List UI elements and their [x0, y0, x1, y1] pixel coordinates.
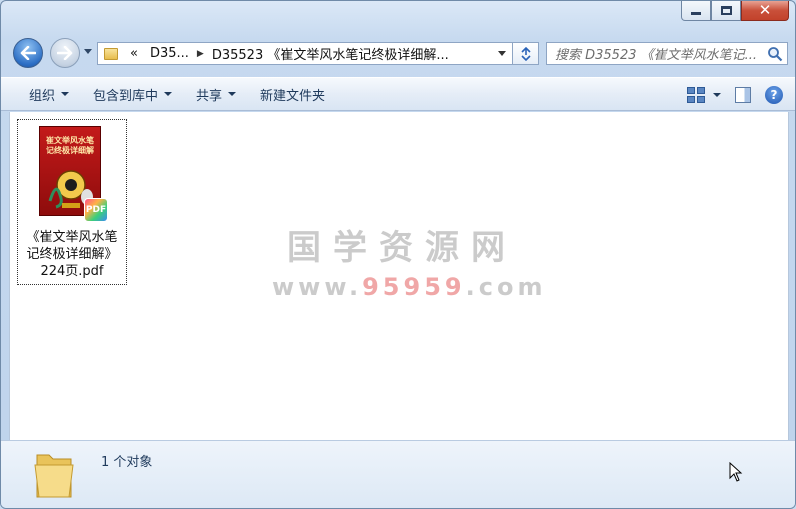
forward-button[interactable] — [50, 38, 80, 68]
back-arrow-icon — [20, 46, 36, 60]
organize-menu[interactable]: 组织 — [17, 80, 81, 108]
watermark: 国学资源网 www.95959.com — [272, 220, 547, 301]
recent-pages-dropdown[interactable] — [84, 49, 92, 54]
chevron-down-icon — [164, 92, 173, 96]
new-folder-button[interactable]: 新建文件夹 — [248, 80, 337, 108]
search-icon[interactable] — [767, 46, 783, 62]
include-library-label: 包含到库中 — [93, 88, 159, 104]
minimize-button[interactable] — [681, 1, 711, 21]
search-placeholder: 搜索 D35523 《崔文举风水笔记... — [555, 48, 758, 63]
refresh-icon — [520, 46, 531, 61]
thumbnail-title: 崔文举风水笔 记终极详细解 — [46, 135, 94, 155]
forward-arrow-icon — [57, 46, 73, 60]
maximize-icon — [720, 6, 732, 15]
chevron-down-icon — [228, 92, 237, 96]
details-pane: 1 个对象 — [1, 440, 795, 508]
refresh-button[interactable] — [513, 42, 539, 65]
close-icon: ✕ — [758, 1, 772, 19]
new-folder-label: 新建文件夹 — [260, 88, 326, 104]
file-item[interactable]: 崔文举风水笔 记终极详细解 PDF 《崔文举风水笔 记终极详细解》 224页.p… — [17, 119, 127, 285]
search-input[interactable]: 搜索 D35523 《崔文举风水笔记... — [546, 42, 788, 65]
caption-buttons: ✕ — [681, 1, 789, 21]
toolbar-right: ? — [687, 78, 783, 112]
watermark-title: 国学资源网 — [287, 228, 517, 268]
explorer-window: ✕ « D35... ▶ D35523 《崔文举风水笔记终极详细解... 搜索 … — [0, 0, 796, 509]
chevron-down-icon — [61, 92, 70, 96]
breadcrumb-chevron-icon[interactable]: ▶ — [195, 49, 206, 59]
pdf-icon: PDF — [84, 198, 108, 222]
chevron-down-icon — [713, 93, 721, 97]
views-icon — [687, 87, 705, 103]
command-toolbar: 组织 包含到库中 共享 新建文件夹 ? — [1, 77, 795, 112]
help-icon[interactable]: ? — [765, 86, 783, 104]
back-button[interactable] — [13, 38, 43, 68]
watermark-url: www.95959.com — [272, 273, 547, 301]
file-list-area[interactable]: 崔文举风水笔 记终极详细解 PDF 《崔文举风水笔 记终极详细解》 224页.p… — [9, 112, 789, 440]
preview-pane-icon[interactable] — [735, 87, 751, 103]
navigation-bar: « D35... ▶ D35523 《崔文举风水笔记终极详细解... 搜索 D3… — [1, 37, 795, 69]
share-menu[interactable]: 共享 — [184, 80, 248, 108]
folder-icon — [104, 47, 118, 60]
share-label: 共享 — [196, 88, 223, 104]
maximize-button[interactable] — [711, 1, 741, 21]
organize-label: 组织 — [29, 88, 56, 104]
breadcrumb-current[interactable]: D35523 《崔文举风水笔记终极详细解... — [206, 44, 455, 63]
folder-icon — [34, 454, 74, 498]
minimize-icon — [691, 12, 701, 15]
breadcrumb-parent[interactable]: D35... — [144, 46, 195, 61]
include-in-library-menu[interactable]: 包含到库中 — [81, 80, 184, 108]
address-bar[interactable]: « D35... ▶ D35523 《崔文举风水笔记终极详细解... — [97, 42, 513, 65]
mouse-cursor-icon — [729, 462, 743, 482]
close-button[interactable]: ✕ — [741, 1, 789, 21]
change-view-button[interactable] — [687, 87, 721, 103]
address-dropdown-icon[interactable] — [498, 51, 506, 56]
item-count: 1 个对象 — [101, 455, 153, 470]
file-name[interactable]: 《崔文举风水笔 记终极详细解》 224页.pdf — [18, 229, 126, 280]
breadcrumb-overflow[interactable]: « — [124, 46, 144, 61]
